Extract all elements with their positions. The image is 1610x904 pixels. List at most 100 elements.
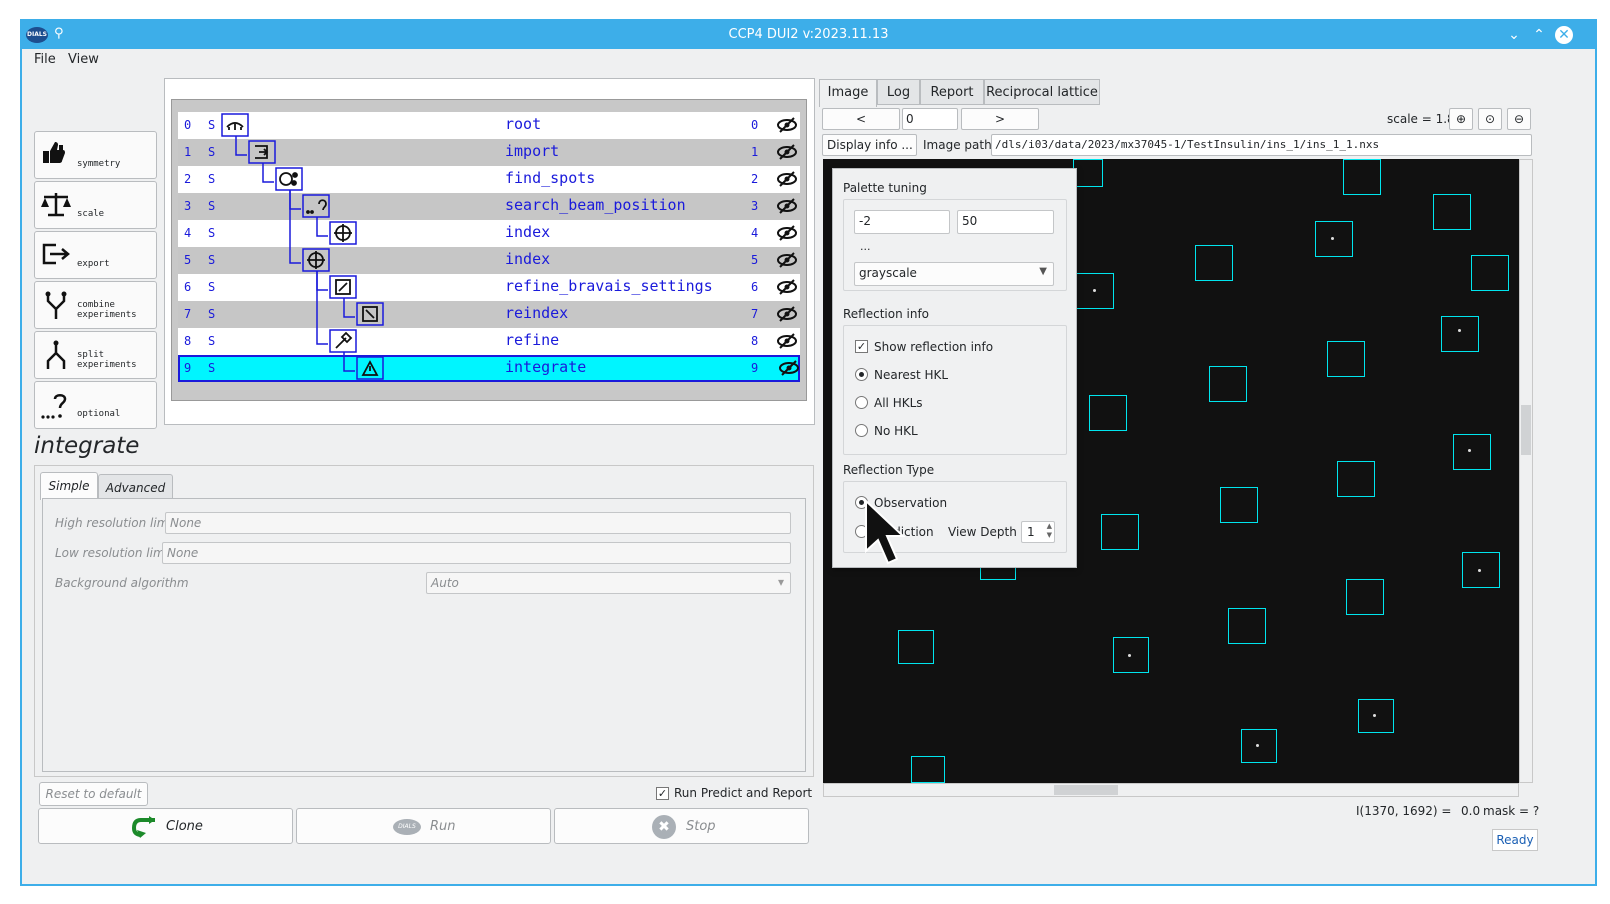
tab-image[interactable]: Image xyxy=(819,79,877,107)
vertical-scrollbar[interactable] xyxy=(1519,159,1533,783)
run-predict-checkbox[interactable]: ✓ xyxy=(656,787,669,800)
scale-label: scale xyxy=(77,209,105,219)
high-res-input[interactable]: None xyxy=(165,512,791,534)
spin-arrows-icon[interactable]: ▲ ▼ xyxy=(1047,522,1052,540)
split-experiments-button[interactable]: split experiments xyxy=(34,331,157,379)
clone-button[interactable]: Clone xyxy=(38,808,293,844)
simple-params-box: High resolution limit None Low resolutio… xyxy=(42,498,806,772)
run-predict-label: Run Predict and Report xyxy=(674,786,813,800)
reflection-box xyxy=(1220,487,1258,523)
reflection-box xyxy=(1337,461,1375,497)
chevron-down-icon: ▼ xyxy=(1039,266,1047,277)
export-button[interactable]: export xyxy=(34,231,157,279)
next-frame-button[interactable]: > xyxy=(961,108,1039,130)
background-algorithm-label: Background algorithm xyxy=(55,576,189,590)
combine-icon xyxy=(45,291,67,319)
tab-simple[interactable]: Simple xyxy=(40,472,98,500)
close-icon[interactable]: ✕ xyxy=(1555,26,1573,44)
mask-readout: mask = ? xyxy=(1483,804,1540,818)
vertical-scroll-thumb[interactable] xyxy=(1521,405,1531,455)
all-hkls-label: All HKLs xyxy=(874,396,923,410)
menu-view[interactable]: View xyxy=(68,52,99,67)
background-algorithm-value: Auto xyxy=(431,576,459,590)
reflection-box xyxy=(1358,699,1394,733)
display-info-button[interactable]: Display info ... xyxy=(822,134,917,156)
reflection-box xyxy=(1343,159,1381,195)
reflection-box xyxy=(1073,159,1103,187)
palette-select[interactable]: grayscale ▼ xyxy=(854,262,1054,286)
background-algorithm-select[interactable]: Auto ▾ xyxy=(426,572,791,594)
all-hkls-radio[interactable] xyxy=(855,396,868,409)
stop-icon: ✖ xyxy=(652,815,676,839)
reflection-box xyxy=(911,756,945,783)
show-reflection-checkbox[interactable]: ✓ xyxy=(855,340,868,353)
run-button[interactable]: DIALS Run xyxy=(296,808,551,844)
image-path-field[interactable]: /dls/i03/data/2023/mx37045-1/TestInsulin… xyxy=(991,134,1532,156)
menu-bar: File View xyxy=(22,49,1595,71)
horizontal-scroll-thumb[interactable] xyxy=(1054,785,1118,795)
reflection-box xyxy=(1101,514,1139,550)
reflection-info-title: Reflection info xyxy=(843,307,930,321)
parameters-panel: Simple Advanced High resolution limit No… xyxy=(34,465,814,777)
main-window: DIALS ⚲ CCP4 DUI2 v:2023.11.13 ⌄ ⌃ ✕ Fil… xyxy=(20,19,1597,886)
tree-connectors xyxy=(221,113,384,380)
palette-value: grayscale xyxy=(859,266,917,280)
export-label: export xyxy=(77,259,110,269)
zoom-in-icon[interactable]: ⊕ xyxy=(1449,108,1473,130)
stop-button[interactable]: ✖ Stop xyxy=(554,808,809,844)
dials-run-icon: DIALS xyxy=(393,819,421,835)
show-reflection-label: Show reflection info xyxy=(874,340,994,354)
reflection-box xyxy=(1433,194,1471,230)
nearest-hkl-radio[interactable] xyxy=(855,368,868,381)
tab-reciprocal-lattice[interactable]: Reciprocal lattice xyxy=(984,79,1100,105)
split-label: split experiments xyxy=(77,350,137,370)
reflection-box xyxy=(1453,434,1491,470)
reflection-box xyxy=(1113,637,1149,673)
tab-report[interactable]: Report xyxy=(920,79,984,105)
tab-advanced[interactable]: Advanced xyxy=(98,474,173,500)
no-hkl-label: No HKL xyxy=(874,424,918,438)
view-depth-spinbox[interactable]: 1 ▲ ▼ xyxy=(1021,521,1055,543)
thumbs-icon xyxy=(43,142,65,163)
window-title: CCP4 DUI2 v:2023.11.13 xyxy=(728,27,889,42)
maximize-icon[interactable]: ⌃ xyxy=(1529,25,1549,45)
reflection-box xyxy=(1209,366,1247,402)
split-icon xyxy=(46,340,66,369)
clone-arrow-icon xyxy=(131,816,155,838)
prev-frame-button[interactable]: < xyxy=(822,108,900,130)
combine-label: combine experiments xyxy=(77,300,137,320)
frame-number-input[interactable]: 0 xyxy=(902,108,958,130)
horizontal-scrollbar[interactable] xyxy=(823,783,1519,797)
no-hkl-radio[interactable] xyxy=(855,424,868,437)
palette-max-input[interactable]: 50 xyxy=(957,210,1054,234)
reset-default-button[interactable]: Reset to default xyxy=(39,782,148,806)
optional-button[interactable]: optional xyxy=(34,381,157,429)
reflection-box xyxy=(1195,245,1233,281)
low-res-input[interactable]: None xyxy=(162,542,791,564)
scale-readout: scale = 1.8 xyxy=(1387,112,1455,126)
pixel-coordinate-readout: I(1370, 1692) = xyxy=(1356,804,1452,818)
chevron-down-icon: ▾ xyxy=(777,575,784,589)
zoom-fit-icon[interactable]: ⊙ xyxy=(1478,108,1502,130)
symmetry-label: symmetry xyxy=(77,159,121,169)
low-res-label: Low resolution limit xyxy=(55,546,173,560)
tab-log[interactable]: Log xyxy=(877,79,920,105)
combine-experiments-button[interactable]: combine experiments xyxy=(34,281,157,329)
symmetry-button[interactable]: symmetry xyxy=(34,131,157,179)
palette-min-input[interactable]: -2 xyxy=(854,210,950,234)
image-path-label: Image path: xyxy=(923,138,996,152)
diffraction-spot xyxy=(1468,449,1471,452)
menu-file[interactable]: File xyxy=(34,52,56,67)
diffraction-spot xyxy=(1458,329,1461,332)
minimize-icon[interactable]: ⌄ xyxy=(1504,25,1524,45)
status-ready: Ready xyxy=(1492,829,1538,851)
diffraction-spot xyxy=(1373,714,1376,717)
reflection-box xyxy=(898,630,934,664)
reflection-box xyxy=(1228,608,1266,644)
reflection-box xyxy=(1462,552,1500,588)
scale-button[interactable]: scale xyxy=(34,181,157,229)
zoom-out-icon[interactable]: ⊖ xyxy=(1507,108,1531,130)
mouse-cursor-icon xyxy=(865,499,906,565)
reflection-box xyxy=(1089,395,1127,431)
reflection-box xyxy=(1471,255,1509,291)
